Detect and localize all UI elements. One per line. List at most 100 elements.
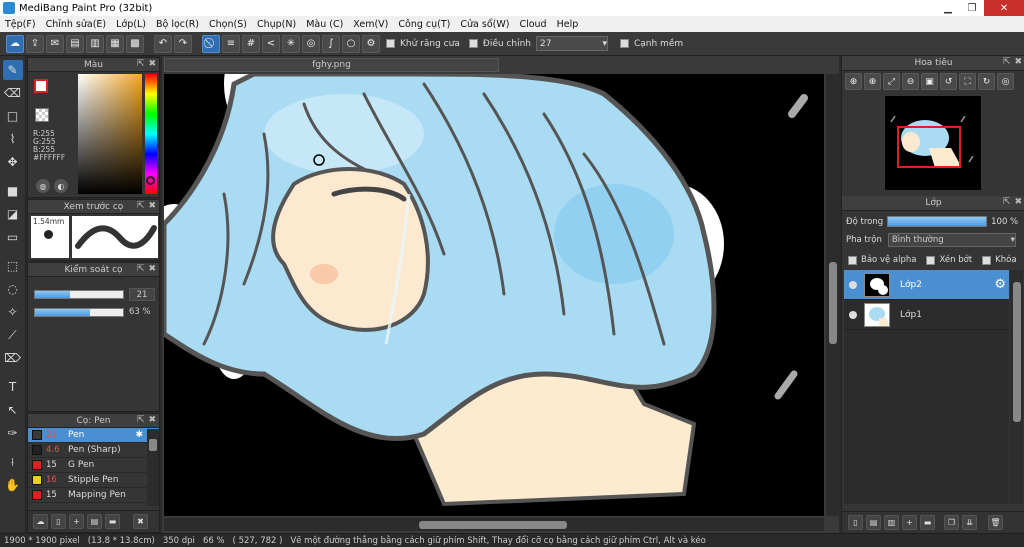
layer-list-scrollbar[interactable] [1010,270,1023,504]
snap-settings-icon[interactable]: ⚙ [362,34,380,53]
rotate-left-icon[interactable]: ↺ [940,73,957,90]
scroll-thumb[interactable] [829,262,837,344]
navigator-viewport-rect[interactable] [897,126,961,168]
zoom-in-plus-icon[interactable]: ⊕ [864,73,881,90]
document-icon[interactable]: ▤ [66,34,84,53]
delete-layer-icon[interactable]: 🗑 [988,515,1003,530]
menu-window[interactable]: Cửa sổ(W) [455,19,514,30]
close-button[interactable]: ✕ [984,0,1024,16]
menu-edit[interactable]: Chỉnh sửa(E) [41,19,112,30]
snap-radial-icon[interactable]: ✳ [282,34,300,53]
canvas-vertical-scrollbar[interactable] [826,74,839,516]
select-eraser-icon[interactable]: ⌦ [3,348,23,368]
eraser-tool-icon[interactable]: ⌫ [3,83,23,103]
antialias-checkbox[interactable] [386,39,395,48]
navigator-thumbnail[interactable] [885,96,981,190]
menu-view[interactable]: Xem(V) [348,19,393,30]
popout-icon[interactable]: ⇱ [1003,197,1011,207]
minimize-button[interactable]: ▁ [936,0,960,16]
snap-perspective-icon[interactable]: < [262,34,280,53]
edge-checkbox[interactable] [619,39,629,48]
color-wheel-icon[interactable]: ◐ [54,179,68,193]
close-icon[interactable]: ✖ [1014,197,1022,207]
rotate-right-icon[interactable]: ↻ [978,73,995,90]
hand-tool-icon[interactable]: ✋ [3,475,23,495]
clipping-checkbox[interactable] [926,255,936,265]
close-icon[interactable]: ✖ [148,201,156,211]
layer-item-lop2[interactable]: Lớp2 ⚙ [844,270,1009,300]
scroll-thumb[interactable] [149,439,157,451]
divide-tool-icon[interactable]: ✑ [3,423,23,443]
close-icon[interactable]: ✖ [1014,57,1022,67]
new-8bit-layer-icon[interactable]: ▥ [884,515,899,530]
close-icon[interactable]: ✖ [148,264,156,274]
snap-ellipse-icon[interactable]: ○ [342,34,360,53]
popout-icon[interactable]: ⇱ [137,415,145,425]
saturation-value-field[interactable] [78,74,142,194]
layer-opacity-slider[interactable] [887,216,988,227]
close-icon[interactable]: ✖ [148,415,156,425]
cloud-icon[interactable]: ☁ [6,34,24,53]
blend-mode-select[interactable]: Bình thường ▾ [887,233,1016,247]
blur-tool-icon[interactable]: ⌇ [3,129,23,149]
adjust-checkbox[interactable] [468,39,478,48]
hue-handle[interactable] [146,176,155,185]
transparent-color-swatch[interactable] [35,108,49,122]
snap-circle-icon[interactable]: ◎ [302,34,320,53]
shape-tool-icon[interactable]: ■ [3,181,23,201]
adjust-select[interactable]: 27 ▾ [535,36,608,51]
scroll-thumb[interactable] [1013,282,1021,422]
menu-snap[interactable]: Chụp(N) [252,19,301,30]
snap-grid-icon[interactable]: # [242,34,260,53]
brush-item-g-pen[interactable]: 15 G Pen [28,458,159,473]
foreground-color-swatch[interactable] [34,79,48,93]
visibility-eye-icon[interactable] [849,280,857,289]
new-halftone-layer-icon[interactable]: ▤ [866,515,881,530]
popout-icon[interactable]: ⇱ [1003,57,1011,67]
snap-off-icon[interactable]: ⃠ [202,34,220,53]
folder-icon[interactable]: ▬ [105,514,120,529]
panel-icon[interactable]: ▦ [106,34,124,53]
eyedropper-tool-icon[interactable]: ⟊ [3,452,23,472]
select-tool-icon[interactable]: ⬚ [3,256,23,276]
bucket-tool-icon[interactable]: ◪ [3,204,23,224]
brush-item-mapping-pen[interactable]: 15 Mapping Pen [28,488,159,503]
brush-size-slider[interactable] [34,289,124,299]
brush-list-scrollbar[interactable] [147,429,159,506]
zoom-out-icon[interactable]: ⊖ [902,73,919,90]
delete-icon[interactable]: ✖ [133,514,148,529]
menu-select[interactable]: Chọn(S) [204,19,252,30]
palette-icon[interactable]: ◍ [36,179,50,193]
magic-wand-icon[interactable]: ✧ [3,302,23,322]
brush-item-pen[interactable]: 21 Pen ✱ [28,428,159,443]
cloud-brush-icon[interactable]: ☁ [33,514,48,529]
zoom-in-icon[interactable]: ⊕ [845,73,862,90]
add-brush-icon[interactable]: + [69,514,84,529]
brush-tool-icon[interactable]: ✎ [2,60,23,80]
fullscreen-icon[interactable]: ⛶ [959,73,976,90]
document-tab[interactable]: fghy.png [164,58,499,72]
brush-opacity-slider[interactable] [34,307,124,317]
comment-icon[interactable]: ✉ [46,34,64,53]
lasso-tool-icon[interactable]: ◌ [3,279,23,299]
move-tool-icon[interactable]: ✥ [3,152,23,172]
page-icon[interactable]: ▥ [86,34,104,53]
gear-icon[interactable]: ✱ [135,430,143,440]
close-icon[interactable]: ✖ [148,59,156,69]
reset-icon[interactable]: ◎ [997,73,1014,90]
canvas-horizontal-scrollbar[interactable] [164,518,824,531]
snap-curve-icon[interactable]: ∫ [322,34,340,53]
visibility-eye-icon[interactable] [849,310,857,319]
scroll-thumb[interactable] [419,521,567,529]
popout-icon[interactable]: ⇱ [137,201,145,211]
fit-icon[interactable]: ⤢ [883,73,900,90]
maximize-button[interactable]: ❐ [960,0,984,16]
menu-cloud[interactable]: Cloud [514,19,551,30]
menu-help[interactable]: Help [552,19,584,30]
brush-size-value[interactable]: 21 [129,287,155,301]
undo-icon[interactable]: ↶ [154,34,172,53]
select-pen-icon[interactable]: ⟋ [3,325,23,345]
new-brush-icon[interactable]: ▯ [51,514,66,529]
brush-settings-icon[interactable]: ▤ [87,514,102,529]
lock-checkbox[interactable] [982,255,992,265]
